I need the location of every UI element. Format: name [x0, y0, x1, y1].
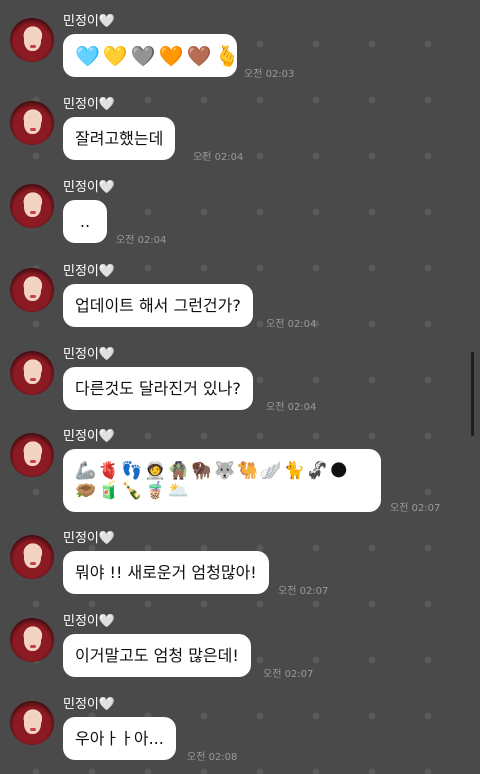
message-bubble[interactable]: 우아ㅏㅏ아...: [63, 717, 176, 760]
message-time: 오전 02:04: [266, 402, 317, 413]
bison-icon: 🦬: [190, 460, 213, 481]
avatar[interactable]: [10, 101, 54, 145]
emoji-row: 🦾 🫀 👣 🧑‍🚀 🧌 🦬 🐺 🐫 🪽 🐈 🦨 🌑: [75, 461, 348, 481]
yellow-heart-icon: 💛: [102, 43, 128, 68]
white-heart-icon: 🤍: [98, 347, 116, 362]
grey-heart-icon: 🩶: [130, 43, 156, 68]
bubble-tea-icon: 🧋: [144, 480, 166, 501]
message-time: 오전 02:04: [266, 319, 317, 330]
sender-name: 민정이🤍: [63, 614, 116, 629]
white-heart-icon: 🤍: [98, 614, 116, 629]
sender-name: 민정이🤍: [63, 180, 116, 195]
wolf-icon: 🐺: [214, 460, 236, 481]
white-heart-icon: 🤍: [98, 180, 116, 195]
message-time: 오전 02:07: [278, 586, 329, 597]
sender-name: 민정이🤍: [63, 429, 116, 444]
empty-nest-icon: 🪹: [75, 480, 97, 501]
message-time: 오전 02:04: [193, 152, 244, 163]
juice-box-icon: 🧃: [98, 480, 120, 501]
sender-name: 민정이🤍: [63, 697, 116, 712]
message-time: 오전 02:03: [244, 69, 295, 80]
avatar[interactable]: [10, 618, 54, 662]
white-heart-icon: 🤍: [98, 14, 116, 29]
white-heart-icon: 🤍: [98, 97, 116, 112]
sender-name: 민정이🤍: [63, 97, 116, 112]
white-heart-icon: 🤍: [98, 697, 116, 712]
avatar[interactable]: [10, 351, 54, 395]
avatar[interactable]: [10, 535, 54, 579]
avatar[interactable]: [10, 701, 54, 745]
new-moon-icon: 🌑: [329, 460, 348, 481]
white-heart-icon: 🤍: [98, 264, 116, 279]
sender-name: 민정이🤍: [63, 531, 116, 546]
message-bubble[interactable]: 이거말고도 엄청 많은데!: [63, 634, 251, 677]
scrollbar[interactable]: [471, 352, 474, 436]
message-bubble[interactable]: 뭐야 !! 새로운거 엄청많아!: [63, 551, 269, 594]
avatar[interactable]: [10, 18, 54, 62]
message-time: 오전 02:07: [263, 669, 314, 680]
avatar[interactable]: [10, 433, 54, 477]
mechanical-arm-icon: 🦾: [75, 460, 97, 481]
sun-behind-cloud-icon: 🌥️: [167, 480, 189, 501]
white-heart-icon: 🤍: [98, 429, 116, 444]
sender-name: 민정이🤍: [63, 347, 116, 362]
message-bubble[interactable]: 잘려고했는데: [63, 117, 176, 160]
camel-icon: 🐫: [237, 460, 259, 481]
message-bubble[interactable]: 다른것도 달라진거 있나?: [63, 367, 253, 410]
message-bubble[interactable]: 🦾 🫀 👣 🧑‍🚀 🧌 🦬 🐺 🐫 🪽 🐈 🦨 🌑 🪹 🧃 🍾 🧋 🌥️: [63, 449, 381, 512]
footprints-icon: 👣: [121, 460, 143, 481]
champagne-bottle-icon: 🍾: [121, 480, 143, 501]
avatar[interactable]: [10, 268, 54, 312]
wing-icon: 🪽: [260, 460, 282, 481]
message-time: 오전 02:07: [390, 503, 441, 514]
brown-heart-icon: 🤎: [186, 43, 212, 68]
astronaut-icon: 🧑‍🚀: [144, 460, 166, 481]
sender-name: 민정이🤍: [63, 14, 116, 29]
avatar[interactable]: [10, 184, 54, 228]
message-time: 오전 02:04: [116, 235, 167, 246]
orange-heart-icon: 🧡: [158, 43, 184, 68]
emoji-row: 🩵 💛 🩶 🧡 🤎 🫰: [75, 45, 239, 67]
emoji-row: 🪹 🧃 🍾 🧋 🌥️: [75, 481, 189, 501]
message-bubble[interactable]: 🩵 💛 🩶 🧡 🤎 🫰: [63, 34, 239, 77]
skunk-icon: 🦨: [306, 460, 328, 481]
cat-icon: 🐈: [283, 460, 305, 481]
troll-icon: 🧌: [167, 460, 189, 481]
anatomical-heart-icon: 🫀: [98, 460, 120, 481]
finger-heart-icon: 🫰: [214, 43, 240, 68]
light-blue-heart-icon: 🩵: [75, 43, 100, 68]
white-heart-icon: 🤍: [98, 531, 116, 546]
message-time: 오전 02:08: [187, 752, 238, 763]
message-bubble[interactable]: ..: [63, 200, 107, 243]
message-bubble[interactable]: 업데이트 해서 그런건가?: [63, 284, 253, 327]
sender-name: 민정이🤍: [63, 264, 116, 279]
